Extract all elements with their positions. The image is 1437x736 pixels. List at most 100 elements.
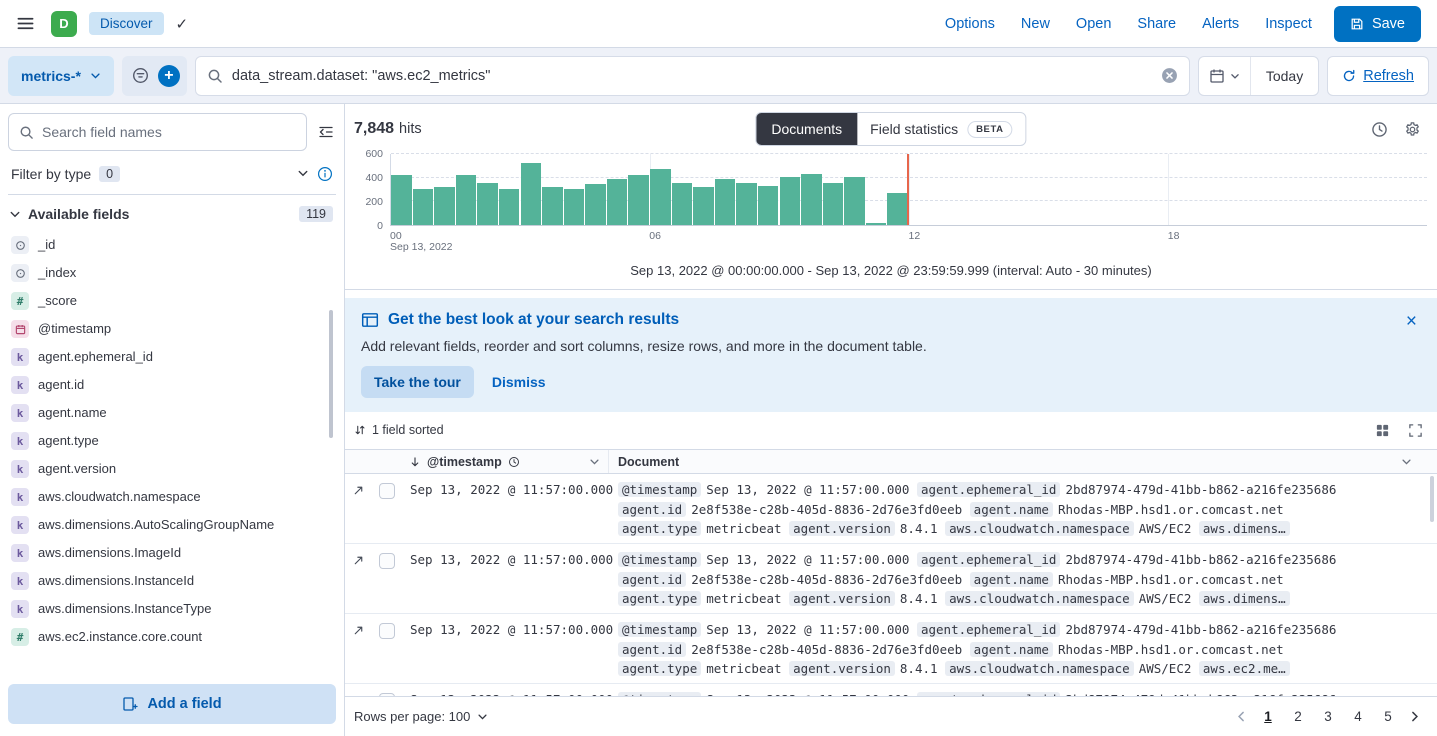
- fields-list: _id_index#_score@timestampkagent.ephemer…: [8, 229, 336, 676]
- tab-field-statistics[interactable]: Field statistics BETA: [857, 113, 1025, 145]
- expand-row-button[interactable]: [351, 623, 366, 638]
- table-scrollbar[interactable]: [1430, 476, 1434, 522]
- field-badge: agent.id: [618, 642, 686, 657]
- nav-link-new[interactable]: New: [1021, 16, 1050, 32]
- display-options-button[interactable]: [1375, 423, 1390, 438]
- row-checkbox[interactable]: [379, 483, 395, 499]
- next-page-button[interactable]: [1406, 708, 1423, 725]
- histogram-bar[interactable]: [585, 184, 606, 225]
- nav-link-alerts[interactable]: Alerts: [1202, 16, 1239, 32]
- histogram-bar[interactable]: [391, 175, 412, 225]
- page-button-2[interactable]: 2: [1286, 705, 1310, 729]
- clear-query-button[interactable]: [1161, 67, 1178, 84]
- field-item[interactable]: kaws.dimensions.AutoScalingGroupName: [9, 511, 335, 539]
- histogram-bar[interactable]: [542, 187, 563, 225]
- field-item[interactable]: @timestamp: [9, 315, 335, 343]
- tab-documents[interactable]: Documents: [756, 113, 857, 145]
- expand-row-button[interactable]: [351, 553, 366, 568]
- saved-query-button[interactable]: [129, 64, 152, 87]
- available-fields-header[interactable]: Available fields 119: [8, 195, 336, 229]
- nav-link-open[interactable]: Open: [1076, 16, 1111, 32]
- histogram-bar[interactable]: [736, 183, 757, 225]
- field-filter-info-button[interactable]: [317, 166, 333, 182]
- add-field-button[interactable]: Add a field: [8, 684, 336, 724]
- field-item[interactable]: _index: [9, 259, 335, 287]
- field-item[interactable]: kagent.ephemeral_id: [9, 343, 335, 371]
- filter-by-type[interactable]: Filter by type 0: [8, 153, 336, 195]
- collapse-sidebar-button[interactable]: [316, 122, 336, 142]
- chart-options-button[interactable]: [1371, 121, 1388, 138]
- date-range-label[interactable]: Today: [1251, 68, 1318, 84]
- histogram-bar[interactable]: [456, 175, 477, 225]
- field-item[interactable]: kagent.version: [9, 455, 335, 483]
- timestamp-column-header[interactable]: @timestamp: [403, 450, 609, 473]
- histogram-bar[interactable]: [499, 189, 520, 225]
- close-callout-button[interactable]: ×: [1398, 307, 1425, 337]
- space-avatar[interactable]: D: [51, 11, 77, 37]
- histogram-bar[interactable]: [434, 187, 455, 225]
- histogram-bar[interactable]: [780, 177, 801, 225]
- histogram-bar[interactable]: [628, 175, 649, 225]
- histogram-bar[interactable]: [823, 183, 844, 225]
- sidebar-scrollbar[interactable]: [329, 310, 333, 438]
- column-actions-button[interactable]: [587, 456, 602, 467]
- top-header: D Discover ✓ OptionsNewOpenShareAlertsIn…: [0, 0, 1437, 48]
- page-button-3[interactable]: 3: [1316, 705, 1340, 729]
- nav-link-inspect[interactable]: Inspect: [1265, 16, 1312, 32]
- field-item[interactable]: #_score: [9, 287, 335, 315]
- field-item[interactable]: kagent.type: [9, 427, 335, 455]
- column-actions-button[interactable]: [1399, 456, 1414, 467]
- field-item[interactable]: #aws.ec2.instance.core.count: [9, 623, 335, 651]
- page-button-4[interactable]: 4: [1346, 705, 1370, 729]
- histogram-bar[interactable]: [866, 223, 887, 225]
- histogram-bar[interactable]: [650, 169, 671, 225]
- hamburger-menu-button[interactable]: [12, 10, 39, 37]
- histogram-bar[interactable]: [607, 179, 628, 225]
- dismiss-button[interactable]: Dismiss: [492, 374, 546, 390]
- add-filter-button[interactable]: +: [158, 65, 180, 87]
- query-input[interactable]: [232, 68, 1152, 84]
- save-button[interactable]: Save: [1334, 6, 1421, 42]
- expand-row-button[interactable]: [351, 483, 366, 498]
- previous-page-button[interactable]: [1233, 708, 1250, 725]
- histogram-bar[interactable]: [801, 174, 822, 225]
- histogram-bar[interactable]: [672, 183, 693, 225]
- row-checkbox[interactable]: [379, 623, 395, 639]
- histogram-bar[interactable]: [715, 179, 736, 225]
- date-picker-button[interactable]: [1199, 57, 1251, 95]
- field-item[interactable]: kagent.id: [9, 371, 335, 399]
- histogram-bar[interactable]: [844, 177, 865, 225]
- histogram-bar[interactable]: [521, 163, 542, 225]
- field-item[interactable]: kaws.dimensions.ImageId: [9, 539, 335, 567]
- histogram-bar[interactable]: [758, 186, 779, 225]
- field-item[interactable]: kaws.dimensions.InstanceType: [9, 595, 335, 623]
- page-button-1[interactable]: 1: [1256, 705, 1280, 729]
- breadcrumb-discover[interactable]: Discover: [89, 12, 164, 35]
- histogram-bar[interactable]: [413, 189, 434, 225]
- data-view-picker[interactable]: metrics-*: [8, 56, 114, 96]
- rows-per-page-button[interactable]: Rows per page: 100: [354, 709, 488, 724]
- nav-link-options[interactable]: Options: [945, 16, 995, 32]
- histogram-bar[interactable]: [477, 183, 498, 225]
- fullscreen-button[interactable]: [1408, 423, 1423, 438]
- field-item[interactable]: kagent.name: [9, 399, 335, 427]
- histogram-bar[interactable]: [887, 193, 908, 225]
- nav-link-share[interactable]: Share: [1137, 16, 1176, 32]
- take-tour-button[interactable]: Take the tour: [361, 366, 474, 398]
- settings-button[interactable]: [1404, 121, 1421, 138]
- field-search-input[interactable]: [42, 124, 296, 140]
- document-column-header[interactable]: Document: [609, 450, 1437, 473]
- field-item[interactable]: kaws.cloudwatch.namespace: [9, 483, 335, 511]
- page-button-5[interactable]: 5: [1376, 705, 1400, 729]
- histogram-bar[interactable]: [564, 189, 585, 225]
- field-item[interactable]: kaws.dimensions.InstanceId: [9, 567, 335, 595]
- row-checkbox[interactable]: [379, 553, 395, 569]
- histogram-bar[interactable]: [693, 187, 714, 225]
- row-checkbox[interactable]: [379, 693, 395, 696]
- sorted-fields-button[interactable]: 1 field sorted: [354, 423, 444, 437]
- timestamp-column-label: @timestamp: [427, 455, 502, 469]
- field-item[interactable]: _id: [9, 231, 335, 259]
- chevron-down-icon: [9, 208, 21, 220]
- expand-row-button[interactable]: [351, 693, 366, 696]
- refresh-button[interactable]: Refresh: [1327, 56, 1429, 96]
